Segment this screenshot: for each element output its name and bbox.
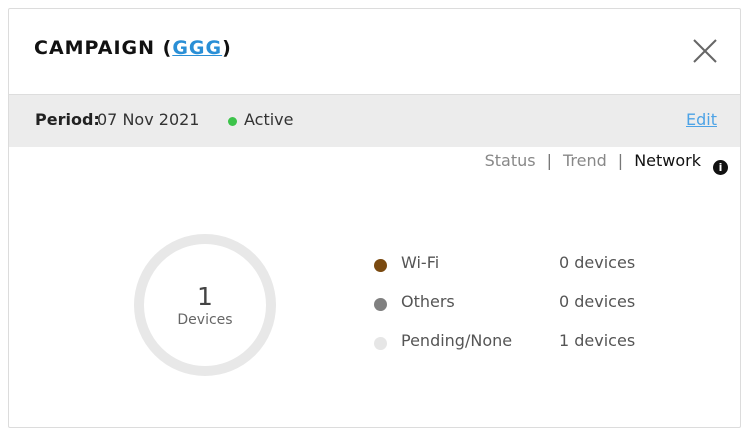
period-value: 07 Nov 2021 xyxy=(97,110,200,129)
close-icon[interactable] xyxy=(692,38,718,64)
dialog-header: CAMPAIGN (GGG) xyxy=(9,9,740,94)
others-dot-icon xyxy=(374,298,387,311)
campaign-name-link[interactable]: GGG xyxy=(172,37,222,59)
view-tabs: Status | Trend | Network xyxy=(485,151,701,170)
legend-count: 0 devices xyxy=(559,253,636,272)
period-label: Period: xyxy=(35,110,100,129)
campaign-dialog: CAMPAIGN (GGG) Period: 07 Nov 2021 Activ… xyxy=(8,8,741,428)
tab-status[interactable]: Status xyxy=(485,151,536,170)
legend-name: Wi-Fi xyxy=(401,253,440,272)
legend-count: 1 devices xyxy=(559,331,636,350)
donut-total: 1 xyxy=(197,282,213,311)
legend-count: 0 devices xyxy=(559,292,636,311)
donut-label: Devices xyxy=(177,312,233,328)
status-dot-icon xyxy=(228,117,237,126)
tab-trend[interactable]: Trend xyxy=(563,151,607,170)
title-prefix: CAMPAIGN ( xyxy=(34,37,173,59)
tab-separator: | xyxy=(546,151,552,170)
period-bar: Period: 07 Nov 2021 Active Edit xyxy=(9,94,740,147)
legend-name: Pending/None xyxy=(401,331,513,350)
pending-dot-icon xyxy=(374,337,387,350)
tab-separator: | xyxy=(617,151,624,170)
wifi-dot-icon xyxy=(374,259,387,272)
legend-name: Others xyxy=(401,292,455,311)
title-suffix: ) xyxy=(222,37,232,59)
dialog-title: CAMPAIGN (GGG) xyxy=(34,37,232,59)
edit-link[interactable]: Edit xyxy=(686,110,717,129)
tab-network[interactable]: Network xyxy=(634,151,701,170)
status-text: Active xyxy=(244,110,294,129)
info-icon[interactable]: i xyxy=(713,160,728,175)
